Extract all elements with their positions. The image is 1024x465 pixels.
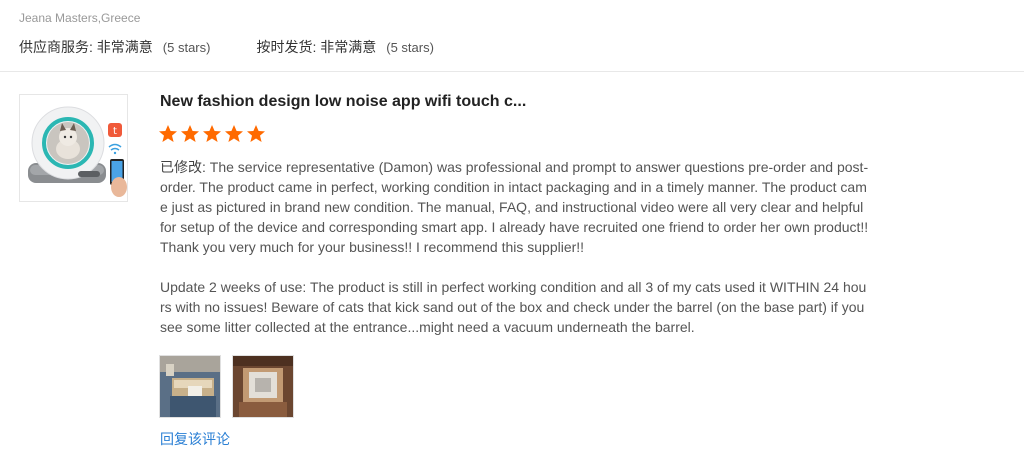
reviewer-info: Jeana Masters,Greece — [19, 11, 141, 25]
section-divider — [0, 71, 1024, 72]
rating-label: 供应商服务: 非常满意 — [19, 39, 153, 55]
rating-label: 按时发货: 非常满意 — [256, 39, 377, 55]
review-body: 已修改: The service representative (Damon) … — [160, 157, 870, 337]
product-title-link[interactable]: New fashion design low noise app wifi to… — [160, 93, 526, 111]
review-main-text: The service representative (Damon) was p… — [160, 159, 869, 255]
star-icon — [225, 125, 243, 142]
edited-tag: 已修改: — [160, 159, 206, 175]
star-icon — [159, 125, 177, 142]
review-text: 已修改: The service representative (Damon) … — [160, 157, 870, 257]
review-photo[interactable] — [232, 355, 294, 418]
svg-text:t: t — [113, 126, 117, 137]
rating-supplier-service: 供应商服务: 非常满意 (5 stars) — [19, 37, 210, 57]
star-icon — [247, 125, 265, 142]
rating-note: (5 stars) — [386, 40, 434, 55]
review-photo-image — [160, 356, 220, 417]
rating-note: (5 stars) — [162, 40, 211, 55]
product-image: t — [20, 95, 127, 201]
supplier-ratings: 供应商服务: 非常满意 (5 stars) 按时发货: 非常满意 (5 stars) — [19, 37, 480, 57]
review-photo[interactable] — [159, 355, 221, 418]
rating-on-time-delivery: 按时发货: 非常满意 (5 stars) — [256, 37, 433, 57]
reply-to-review-link[interactable]: 回复该评论 — [160, 429, 230, 449]
review-update-text: Update 2 weeks of use: The product is st… — [160, 279, 867, 335]
star-icon — [203, 125, 221, 142]
product-thumbnail[interactable]: t — [19, 94, 128, 202]
star-icon — [181, 125, 199, 142]
review-photo-image — [233, 356, 293, 417]
review-star-rating — [158, 124, 266, 144]
